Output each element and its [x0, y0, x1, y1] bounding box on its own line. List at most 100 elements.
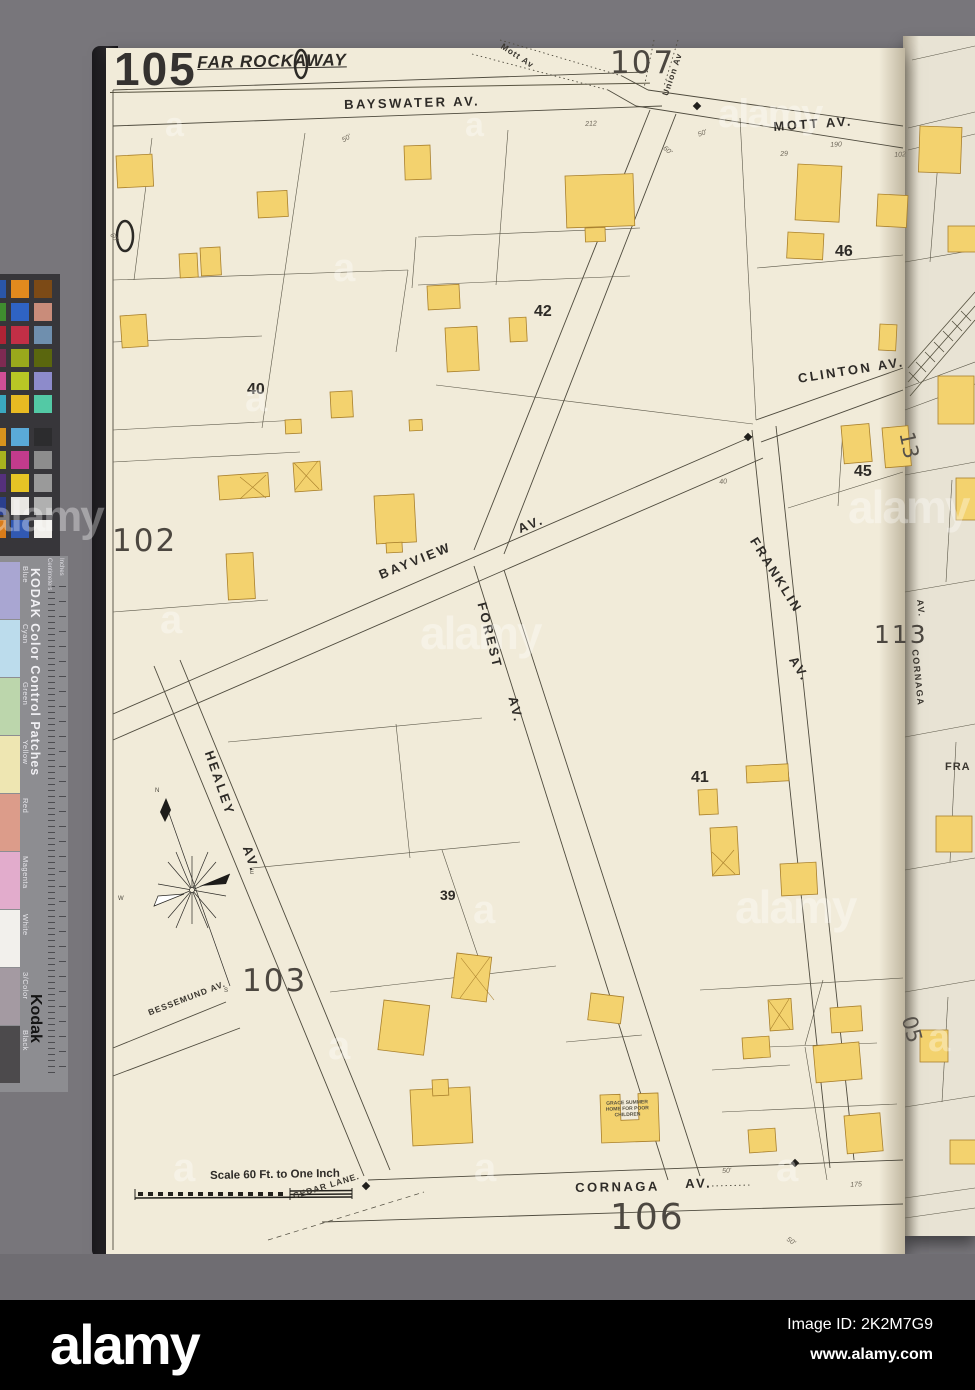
dim-190: 190: [830, 141, 843, 149]
alamy-watermark-letter: a: [473, 888, 495, 932]
adj-sheet-103: 103: [242, 963, 308, 999]
kodak-patch: [0, 678, 20, 735]
kodak-patch: [0, 1026, 20, 1083]
checker-patch: [0, 349, 6, 367]
checker-patch: [34, 395, 52, 413]
checker-patch: [34, 303, 52, 321]
street-fra: FRA: [945, 761, 971, 773]
dim-29: 29: [780, 150, 789, 158]
checker-patch: [11, 326, 29, 344]
adj-sheet-106: 106: [610, 1197, 685, 1238]
kodak-patch-label: 3/Color: [21, 972, 30, 1000]
kodak-ruler-label-in: Inches: [58, 558, 64, 576]
alamy-watermark-word: alamy: [420, 607, 542, 659]
dim-102: 102: [894, 151, 907, 159]
alamy-watermark-letter: a: [245, 376, 267, 420]
checker-patch: [34, 280, 52, 298]
street-cornaga-next-av: AV.: [915, 598, 927, 618]
adj-sheet-113: 113: [874, 620, 928, 649]
alamy-watermark-letter: a: [173, 1146, 195, 1190]
kodak-patch: [0, 736, 20, 793]
block-42: 42: [534, 303, 552, 320]
alamy-watermark-word: alamy: [0, 492, 105, 541]
kodak-patch-label: Yellow: [21, 740, 30, 765]
dim-175: 175: [850, 1181, 863, 1189]
street-cornaga-av: AV.: [684, 1175, 713, 1191]
alamy-watermark-letter: a: [160, 598, 182, 642]
block-41: 41: [691, 769, 709, 786]
checker-patch: [34, 428, 52, 446]
alamy-logo: alamy: [50, 1313, 201, 1376]
checker-patch: [11, 372, 29, 390]
block-45: 45: [854, 463, 872, 480]
sheet-number: 105: [114, 43, 197, 95]
kodak-patch: [0, 968, 20, 1025]
kodak-patch: [0, 794, 20, 851]
checker-patch: [0, 372, 6, 390]
compass-n: N: [155, 788, 160, 794]
kodak-patch-label: Blue: [21, 566, 30, 584]
compass-e: E: [250, 870, 255, 876]
checker-patch: [34, 349, 52, 367]
kodak-title: KODAK Color Control Patches: [28, 568, 42, 777]
kodak-patch: [0, 910, 20, 967]
alamy-watermark-letter: a: [465, 106, 484, 144]
alamy-watermark-letter: a: [165, 106, 184, 144]
block-39: 39: [440, 887, 456, 903]
checker-patch: [11, 303, 29, 321]
checker-patch: [34, 451, 52, 469]
alamy-url-text: www.alamy.com: [810, 1346, 933, 1363]
checker-patch: [0, 326, 6, 344]
block-46: 46: [835, 243, 853, 260]
street-bayswater: BAYSWATER AV.: [343, 93, 481, 112]
kodak-ruler-in: [59, 586, 66, 1078]
alamy-watermark-letter: a: [328, 1024, 350, 1068]
street-cornaga: CORNAGA: [574, 1178, 660, 1195]
checker-patch: [34, 372, 52, 390]
kodak-patch: [0, 562, 20, 619]
background-band: [0, 1254, 975, 1300]
alamy-watermark-letter: a: [776, 1146, 798, 1190]
checker-patch: [0, 303, 6, 321]
checker-patch: [11, 428, 29, 446]
kodak-patch: [0, 620, 20, 677]
checker-patch: [0, 395, 6, 413]
kodak-patch-label: White: [21, 914, 30, 936]
image-id-text: Image ID: 2K2M7G9: [787, 1316, 933, 1333]
checker-patch: [0, 428, 6, 446]
alamy-watermark-word: alamy: [848, 481, 970, 533]
dim-40: 40: [719, 478, 728, 486]
kodak-color-control-strip: KODAK Color Control Patches Kodak Centim…: [0, 556, 68, 1092]
kodak-patch-label: Green: [21, 682, 30, 706]
kodak-patch-label: Black: [21, 1030, 30, 1051]
checker-patch: [0, 451, 6, 469]
checker-patch: [34, 326, 52, 344]
compass-s: S: [224, 988, 229, 994]
alamy-watermark-letter: a: [474, 1146, 496, 1190]
kodak-ruler-cm: [48, 586, 55, 1078]
compass-w: W: [118, 896, 124, 902]
kodak-patch-label: Cyan: [21, 624, 30, 644]
kodak-patch-label: Magenta: [21, 856, 30, 889]
landmark-grace-summer-home: GRACE SUMMER HOME FOR POOR CHILDREN: [605, 1099, 649, 1119]
scale-label: Scale 60 Ft. to One Inch: [209, 1167, 340, 1182]
checker-patch: [34, 474, 52, 492]
alamy-watermark-letter: a: [333, 246, 355, 290]
sheet-title: FAR ROCKAWAY: [196, 50, 347, 72]
kodak-ruler-label-cm: Centimeters: [46, 558, 52, 591]
checker-patch: [11, 280, 29, 298]
checker-patch: [0, 280, 6, 298]
adj-sheet-13: 13: [894, 429, 924, 461]
checker-patch: [11, 349, 29, 367]
stock-photo-canvas: 105 FAR ROCKAWAY 107 102 103 106 113 13 05 46 45 42…: [0, 0, 975, 1390]
adj-sheet-102: 102: [112, 523, 178, 559]
checker-patch: [11, 474, 29, 492]
adj-sheet-05: 05: [896, 1013, 927, 1046]
checker-patch: [0, 474, 6, 492]
checker-patch: [11, 451, 29, 469]
dim-212: 212: [585, 120, 598, 128]
kodak-patch-label: Red: [21, 798, 30, 814]
checker-patch: [11, 395, 29, 413]
alamy-footer-bar: alamy Image ID: 2K2M7G9 www.alamy.com: [0, 1300, 975, 1390]
alamy-watermark-word: alamy: [718, 92, 823, 136]
